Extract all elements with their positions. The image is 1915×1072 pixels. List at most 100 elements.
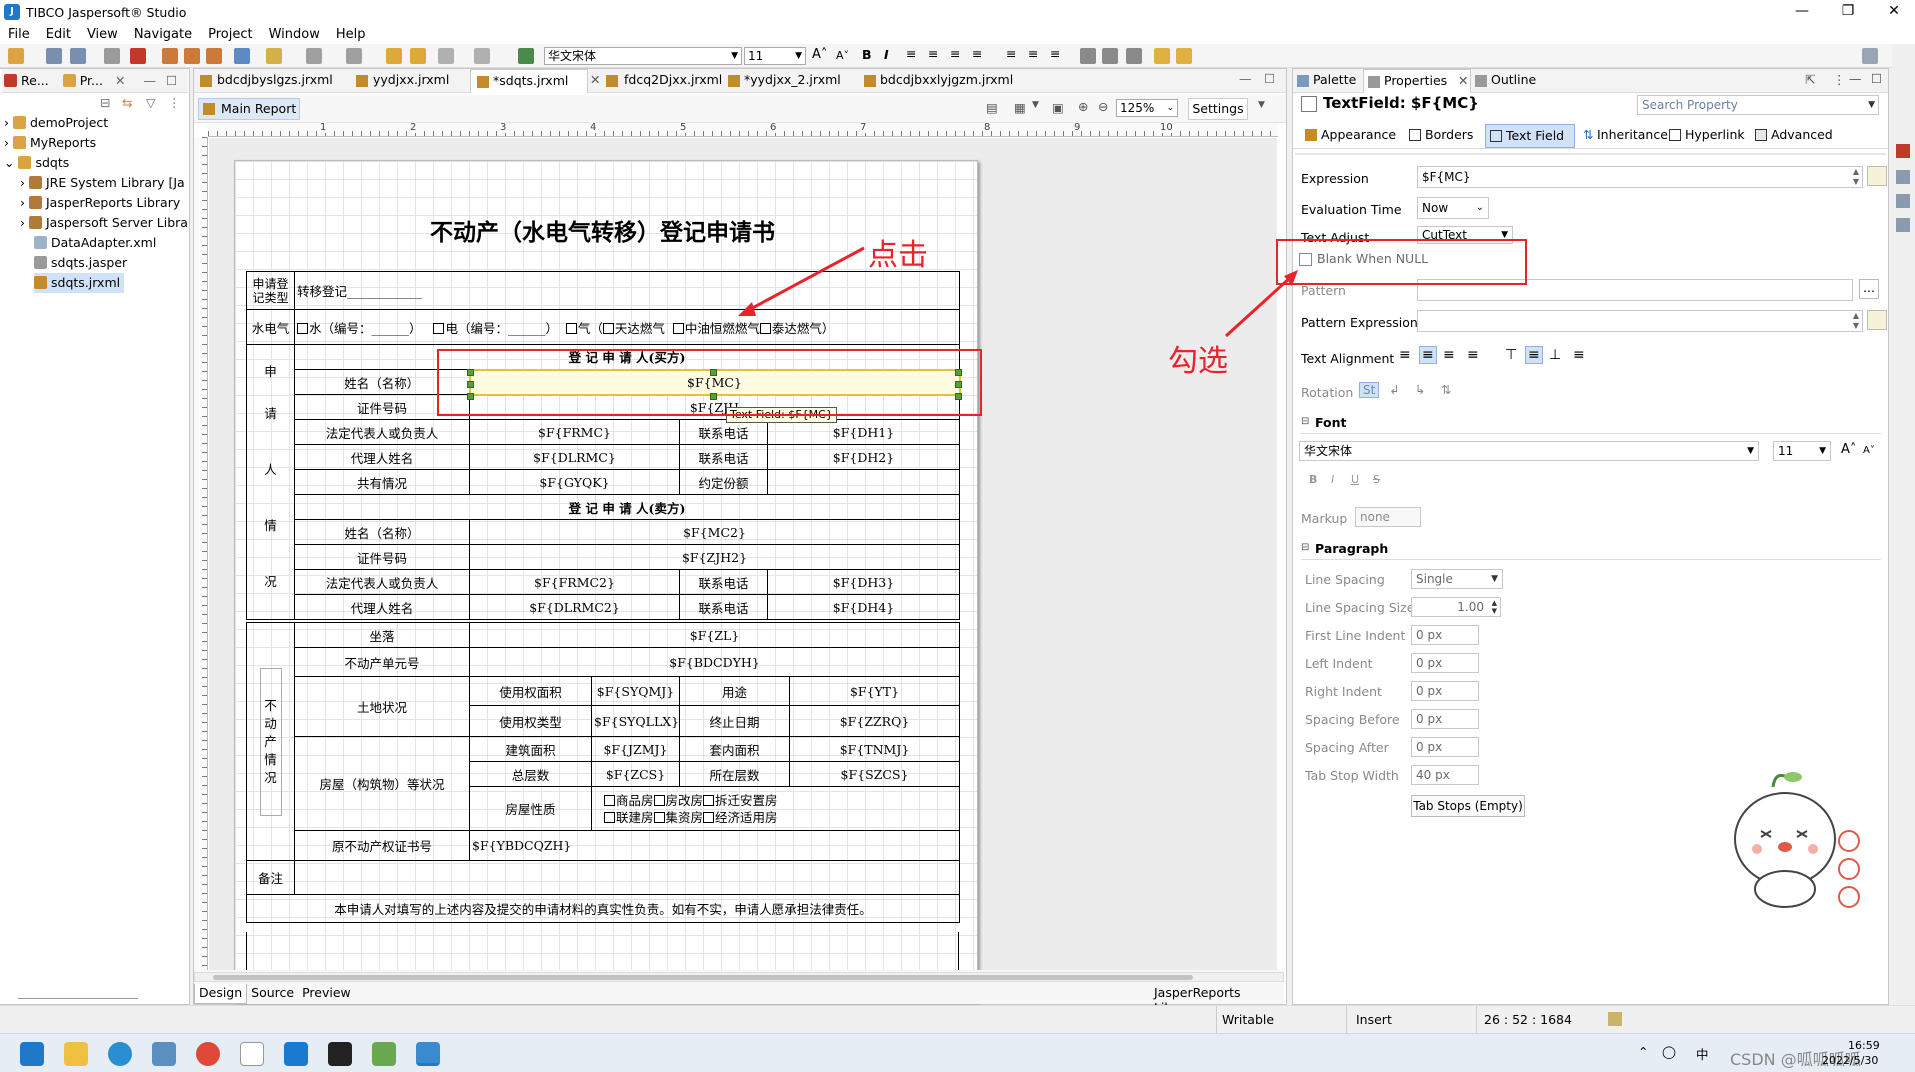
nature-checkbox[interactable] — [653, 794, 665, 806]
align-right-icon[interactable]: ≡ — [950, 46, 960, 61]
bold-icon[interactable]: B — [862, 47, 872, 62]
back-icon[interactable] — [438, 48, 454, 64]
nature-checkbox[interactable] — [604, 811, 615, 823]
field-frmc[interactable]: $F{FRMC} — [469, 419, 680, 445]
subtab-advanced[interactable]: Advanced — [1771, 127, 1833, 142]
close-icon[interactable]: ✕ — [1871, 0, 1915, 24]
tab-properties-active[interactable]: Properties ✕ — [1363, 69, 1471, 93]
gas-checkbox[interactable] — [565, 322, 577, 334]
view-menu-icon[interactable]: ⋮ — [168, 95, 181, 110]
line-spacing-combo[interactable]: Single ▼ — [1411, 569, 1503, 589]
close-tab-icon[interactable]: ✕ — [590, 72, 600, 87]
menu-edit[interactable]: Edit — [38, 27, 79, 42]
tab-palette[interactable]: Palette — [1313, 72, 1356, 87]
reg-type-value[interactable]: 转移登记____________ — [293, 271, 961, 310]
zoom-combo[interactable]: 125% ⌄ — [1116, 99, 1178, 117]
menu-help[interactable]: Help — [328, 27, 374, 42]
save-all-icon[interactable] — [70, 48, 86, 64]
tree-item-sdqts-jrxml[interactable]: sdqts.jrxml — [4, 273, 190, 293]
rotation-right-icon[interactable]: ↳ — [1415, 382, 1425, 397]
collapse-paragraph-icon[interactable]: ⊟ — [1301, 542, 1309, 553]
field-bdcdyh[interactable]: $F{BDCDYH} — [468, 647, 961, 677]
size-icon[interactable] — [1080, 48, 1096, 64]
align-center-icon[interactable]: ≡ — [928, 46, 938, 61]
italic-icon[interactable]: I — [884, 47, 889, 62]
field-zcs[interactable]: $F{ZCS} — [591, 761, 680, 787]
tree-item-jasperreports-library[interactable]: › JasperReports Library — [4, 193, 190, 213]
filter-icon[interactable]: ▽ — [146, 95, 156, 110]
underline-icon[interactable]: U — [1351, 473, 1359, 486]
undo-icon[interactable] — [386, 48, 402, 64]
first-line-indent-field[interactable]: 0 px — [1411, 625, 1479, 645]
photos-icon[interactable] — [152, 1042, 176, 1066]
menu-navigate[interactable]: Navigate — [126, 27, 200, 42]
electric-checkbox[interactable] — [433, 322, 445, 334]
text-editor-icon[interactable] — [240, 1042, 264, 1066]
rotation-left-icon[interactable]: ↲ — [1389, 382, 1399, 397]
field-dh4[interactable]: $F{DH4} — [766, 594, 961, 620]
italic-icon[interactable]: I — [1331, 473, 1334, 486]
chevron-down-icon[interactable]: ▼ — [1258, 100, 1265, 110]
maximize-icon[interactable]: ☐ — [1871, 71, 1882, 86]
side-view-icon[interactable] — [1896, 218, 1910, 232]
field-gyqk[interactable]: $F{GYQK} — [469, 469, 680, 495]
field-dlrmc[interactable]: $F{DLRMC} — [469, 444, 680, 470]
field-syqmj[interactable]: $F{SYQMJ} — [591, 676, 680, 706]
field-dh3[interactable]: $F{DH3} — [766, 569, 961, 595]
redo-yellow-icon[interactable] — [1176, 48, 1192, 64]
nature-checkbox[interactable] — [703, 811, 715, 823]
field-ybdcqzh[interactable]: $F{YBDCQZH} — [468, 830, 961, 861]
valign-bottom-icon[interactable]: ⊥ — [1549, 347, 1561, 363]
maximize-icon[interactable]: ☐ — [166, 73, 177, 88]
share-agreed-value[interactable] — [766, 469, 961, 495]
side-view-icon[interactable] — [1896, 144, 1910, 158]
chevron-down-icon[interactable]: ▼ — [1032, 100, 1039, 110]
menu-view[interactable]: View — [79, 27, 126, 42]
tree-item-dataadapter[interactable]: DataAdapter.xml — [4, 233, 190, 253]
tree-item-jre[interactable]: › JRE System Library [Ja — [4, 173, 190, 193]
close-icon[interactable]: ✕ — [115, 73, 125, 88]
size2-icon[interactable] — [1102, 48, 1118, 64]
format-icon[interactable] — [518, 48, 534, 64]
font-size-combo[interactable]: 11 ▼ — [1773, 441, 1831, 461]
publish-icon[interactable] — [206, 48, 222, 64]
strikethrough-icon[interactable]: S — [1373, 473, 1380, 486]
side-view-icon[interactable] — [1896, 170, 1910, 184]
main-report-tab[interactable]: Main Report — [198, 98, 300, 120]
expand-icon[interactable]: › — [20, 215, 25, 230]
right-indent-field[interactable]: 0 px — [1411, 681, 1479, 701]
horizontal-scrollbar[interactable] — [194, 972, 1284, 982]
ime-icon[interactable]: 中 — [1696, 1044, 1709, 1063]
field-jzmj[interactable]: $F{JZMJ} — [591, 736, 680, 762]
nav-icon[interactable] — [306, 48, 322, 64]
field-dh1[interactable]: $F{DH1} — [766, 419, 961, 445]
subtab-borders[interactable]: Borders — [1425, 127, 1473, 142]
layout2-icon[interactable]: ≡ — [1028, 46, 1038, 61]
restore-icon[interactable]: ❐ — [1825, 0, 1871, 24]
feishu-icon[interactable] — [284, 1042, 308, 1066]
font-name-combo[interactable]: 华文宋体 ▼ — [1299, 441, 1759, 461]
minimize-icon[interactable]: — — [1779, 0, 1825, 24]
layout-icon[interactable]: ≡ — [1006, 46, 1016, 61]
pin-icon[interactable]: ⇱ — [1805, 72, 1815, 87]
align-right-icon[interactable]: ≡ — [1443, 347, 1455, 363]
expand-icon[interactable]: › — [20, 175, 25, 190]
subtab-inheritance[interactable]: Inheritance — [1597, 127, 1668, 142]
settings-button[interactable]: Settings — [1188, 98, 1248, 120]
tab-source[interactable]: Source — [247, 984, 298, 1004]
gas1-checkbox[interactable] — [602, 322, 614, 334]
tab-outline[interactable]: Outline — [1491, 72, 1536, 87]
print-icon[interactable] — [104, 48, 120, 64]
markup-combo[interactable]: none — [1355, 507, 1421, 527]
tab-project-explorer[interactable]: Pr... — [80, 73, 103, 88]
link-editor-icon[interactable]: ⇆ — [122, 95, 132, 110]
increase-font-icon[interactable]: A˄ — [1841, 442, 1856, 457]
decrease-font-icon[interactable]: A˅ — [836, 49, 849, 62]
collapse-icon[interactable]: ⌄ — [4, 155, 14, 170]
tree-item-sdqts[interactable]: ⌄ sdqts — [4, 153, 190, 173]
rotation-none-icon[interactable]: St — [1359, 382, 1380, 398]
forward-icon[interactable] — [474, 48, 490, 64]
side-view-icon[interactable] — [1896, 194, 1910, 208]
minimize-icon[interactable]: — — [1239, 71, 1252, 86]
start-windows-icon[interactable] — [20, 1042, 44, 1066]
